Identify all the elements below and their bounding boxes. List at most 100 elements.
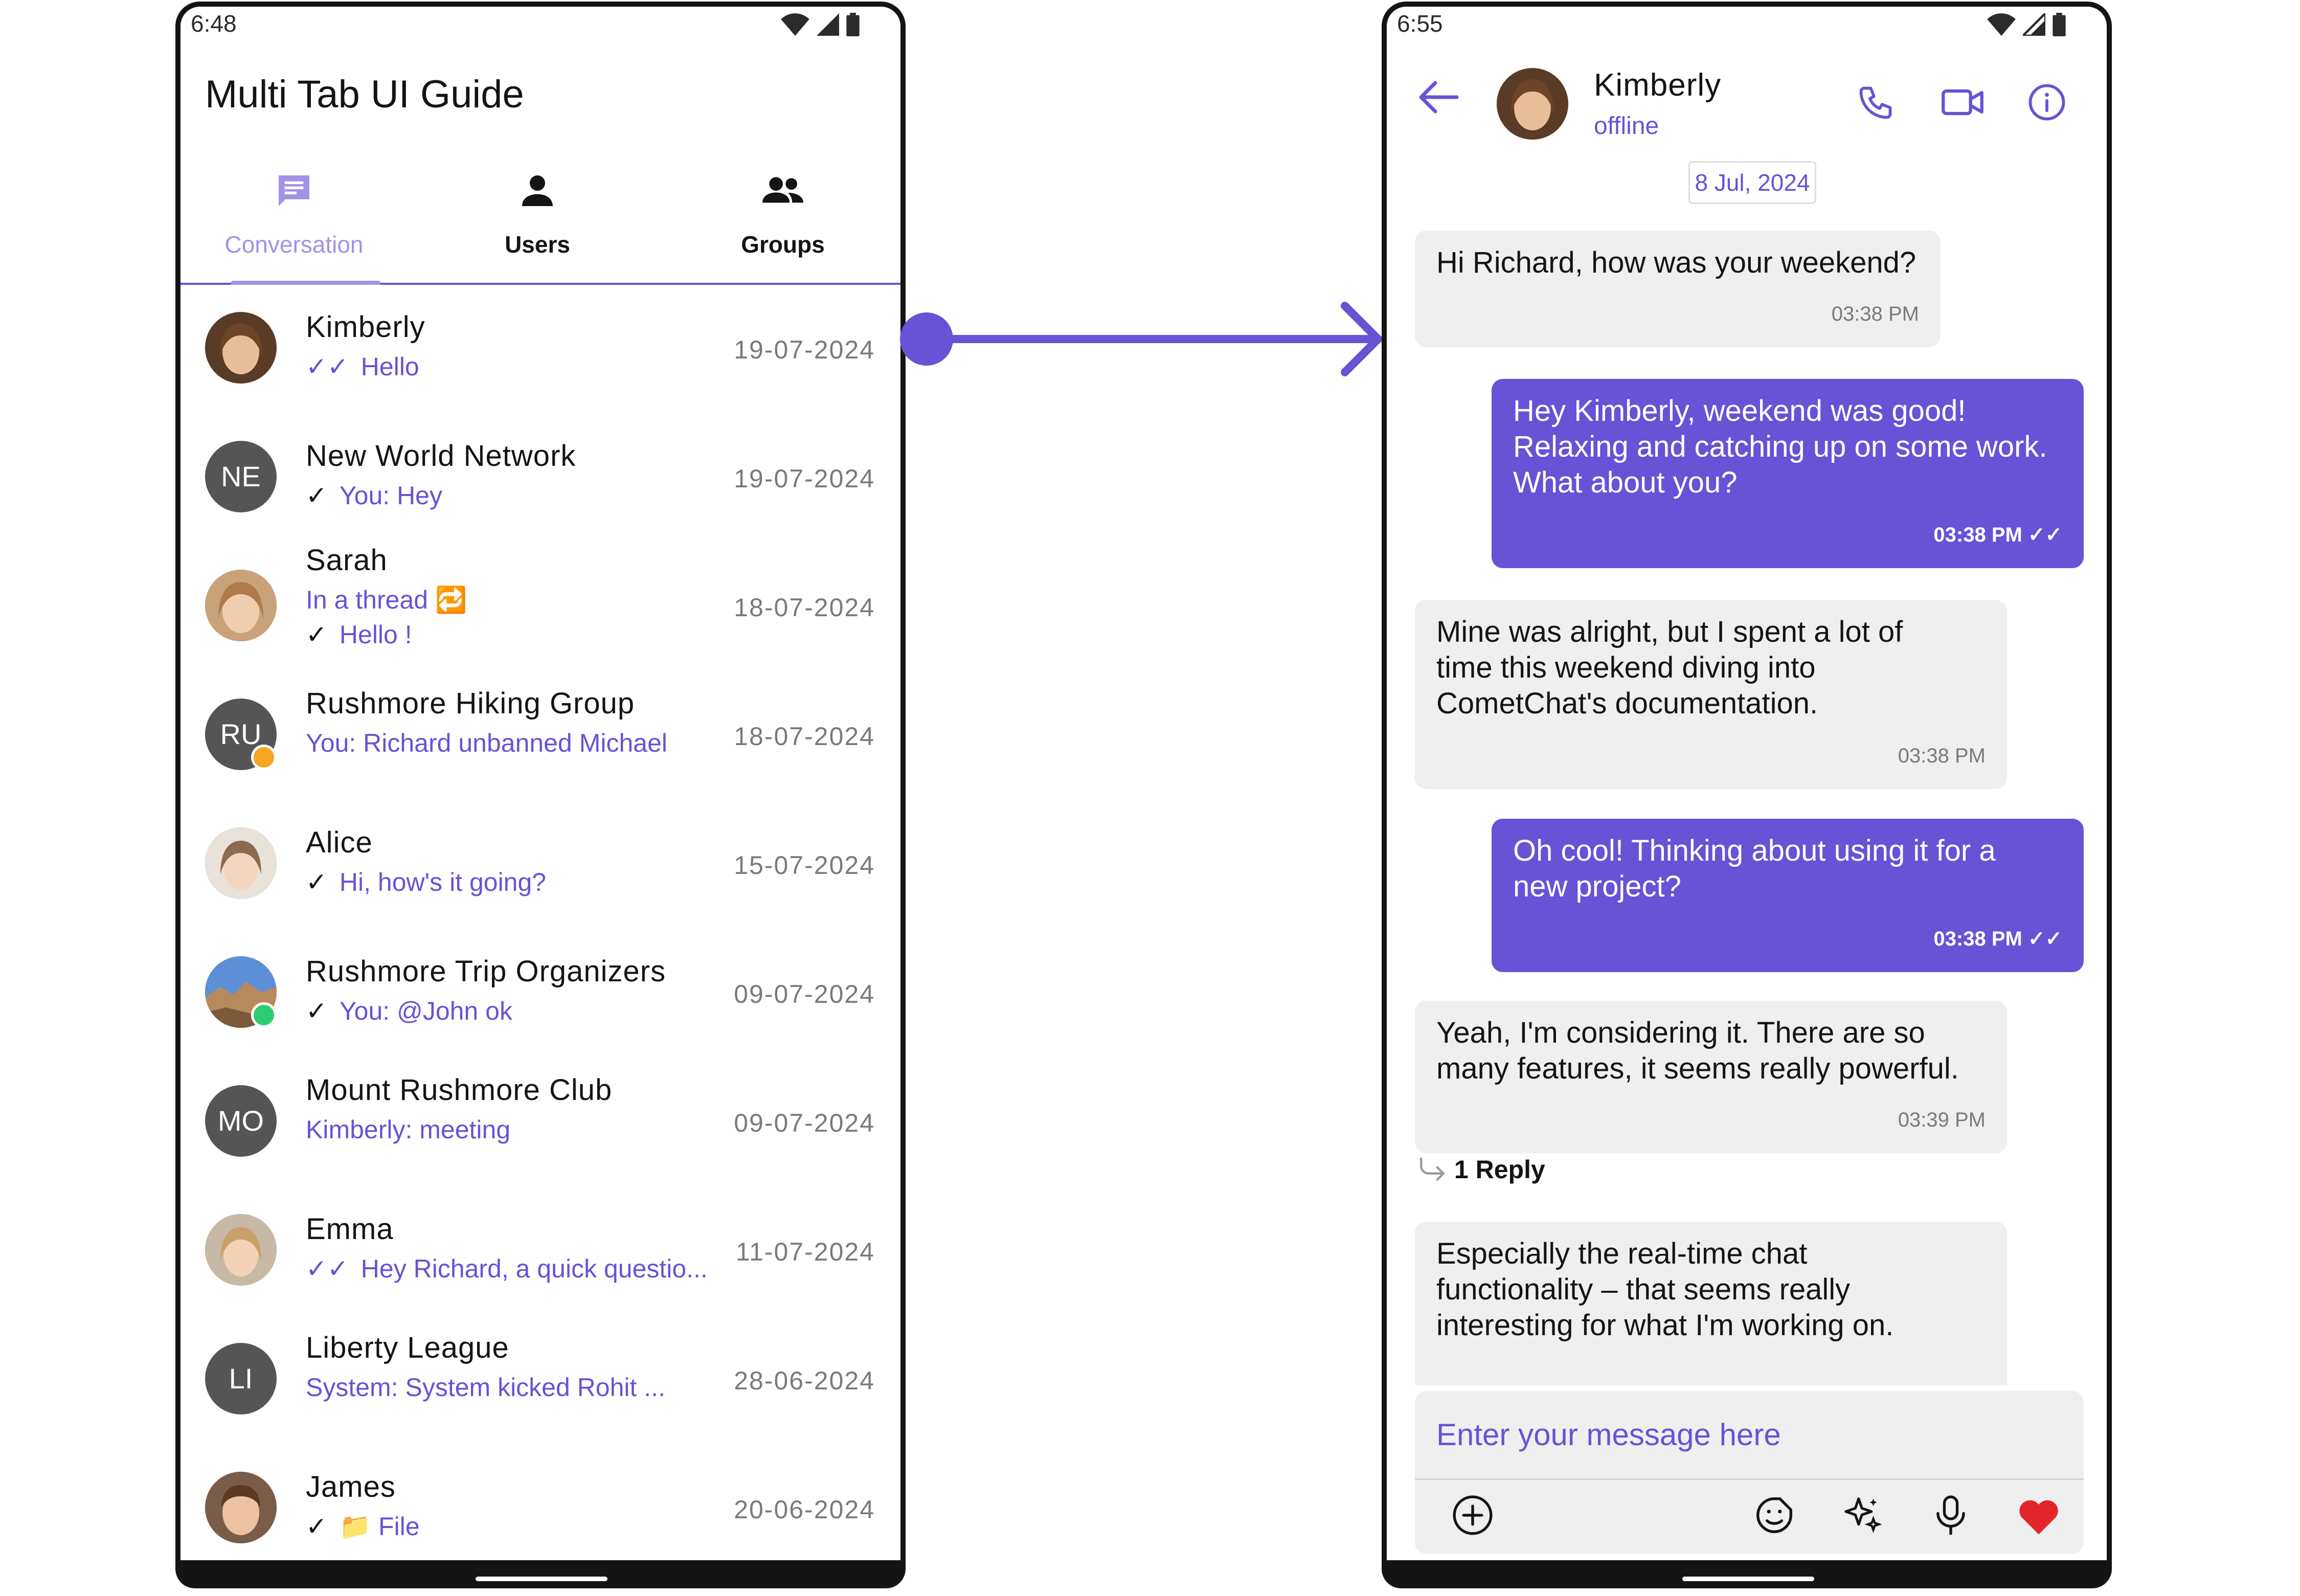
avatar-photo-icon — [1497, 68, 1568, 140]
message-bubble-incoming[interactable]: Yeah, I'm considering it. There are so m… — [1415, 1001, 2007, 1153]
avatar — [205, 570, 277, 641]
tab-users-label: Users — [505, 231, 570, 258]
heart-reaction-icon[interactable] — [2016, 1493, 2062, 1537]
conversation-preview: ✓✓ Hello — [306, 352, 419, 381]
conversation-name: Mount Rushmore Club — [306, 1073, 613, 1107]
sent-receipt-icon: ✓ — [306, 620, 327, 649]
conversation-name: Rushmore Trip Organizers — [306, 955, 666, 988]
thread-replies-link[interactable]: 1 Reply — [1417, 1155, 1545, 1184]
message-text: Hi Richard, how was your weekend? — [1436, 246, 1916, 279]
sent-receipt-icon: ✓ — [306, 481, 327, 510]
tab-groups-label: Groups — [741, 231, 825, 258]
sent-receipt-icon: ✓ — [306, 868, 327, 896]
conversation-preview: You: Richard unbanned Michael — [306, 729, 667, 757]
navigation-arrow-icon — [900, 302, 1382, 376]
voice-call-icon[interactable] — [1856, 83, 1895, 122]
battery-icon — [2053, 13, 2066, 36]
tab-users[interactable]: Users — [430, 159, 645, 283]
phone-frame-chat: 6:55 Kimberly offline 8 Jul, 2024 Hi Ric… — [1382, 2, 2112, 1588]
tab-conversation-label: Conversation — [224, 231, 364, 258]
read-receipt-icon: ✓✓ — [2027, 524, 2062, 546]
message-bubble-incoming[interactable]: Hi Richard, how was your weekend? 03:38 … — [1415, 231, 1941, 347]
reply-count: 1 Reply — [1454, 1155, 1545, 1184]
conversation-preview: ✓ Hi, how's it going? — [306, 867, 546, 897]
message-text: Hey Kimberly, weekend was good! Relaxing… — [1513, 394, 2047, 499]
message-time: 03:38 PM — [1831, 303, 1919, 325]
chat-header: Kimberly offline — [1387, 58, 2107, 160]
message-text: Mine was alright, but I spent a lot of t… — [1436, 615, 1903, 720]
avatar: NE — [205, 441, 277, 512]
read-receipt-icon: ✓✓ — [306, 1254, 349, 1283]
preview-text: Hello — [360, 352, 419, 381]
sent-receipt-icon: ✓ — [306, 1512, 327, 1541]
message-composer — [1415, 1391, 2084, 1554]
message-input[interactable] — [1415, 1391, 2084, 1480]
message-bubble-outgoing[interactable]: Hey Kimberly, weekend was good! Relaxing… — [1492, 379, 2084, 568]
person-icon — [522, 175, 553, 206]
read-receipt-icon: ✓✓ — [306, 352, 349, 381]
home-indicator[interactable] — [476, 1577, 607, 1581]
preview-text: 📁 File — [339, 1512, 420, 1541]
video-call-icon[interactable] — [1940, 84, 1985, 120]
conversation-item-sarah[interactable]: Sarah In a thread 🔁 ✓ Hello ! 18-07-2024 — [181, 543, 900, 672]
preview-text: Hi, how's it going? — [339, 868, 547, 896]
wifi-icon — [781, 13, 809, 36]
conversation-item-alice[interactable]: Alice ✓ Hi, how's it going? 15-07-2024 — [181, 801, 900, 930]
sticker-icon[interactable] — [1752, 1493, 1796, 1537]
conversation-item-new-world-network[interactable]: NE New World Network ✓ You: Hey 19-07-202… — [181, 414, 900, 543]
conversation-preview: ✓ 📁 File — [306, 1512, 420, 1542]
conversation-date: 09-07-2024 — [734, 1109, 875, 1137]
avatar — [205, 827, 277, 899]
conversation-preview: Kimberly: meeting — [306, 1115, 511, 1144]
conversation-name: New World Network — [306, 439, 576, 473]
back-arrow-icon[interactable] — [1417, 79, 1460, 115]
conversation-item-kimberly[interactable]: Kimberly ✓✓ Hello 19-07-2024 — [181, 285, 900, 414]
preview-text: You: @John ok — [339, 997, 512, 1025]
preview-text: You: Hey — [339, 481, 442, 510]
status-bar-icons — [781, 13, 860, 36]
message-time-text: 03:38 PM — [1933, 524, 2022, 546]
conversation-date: 19-07-2024 — [734, 464, 875, 493]
phone-frame-conversations: 6:48 Multi Tab UI Guide Conversation Use… — [175, 2, 906, 1588]
avatar-photo-icon — [205, 1214, 277, 1286]
conversation-preview: ✓ Hello ! — [306, 620, 412, 649]
conversation-name: James — [306, 1470, 396, 1503]
avatar-photo-icon — [205, 312, 277, 384]
message-time: 03:38 PM — [1898, 745, 1986, 767]
contact-name: Kimberly — [1594, 68, 1722, 103]
battery-icon — [846, 13, 860, 36]
reply-arrow-icon — [1420, 1157, 1445, 1181]
message-bubble-outgoing[interactable]: Oh cool! Thinking about using it for a n… — [1492, 819, 2084, 972]
conversation-item-rushmore-hiking-group[interactable]: RU Rushmore Hiking Group You: Richard un… — [181, 672, 900, 801]
add-attachment-icon[interactable] — [1451, 1493, 1495, 1537]
tab-conversation[interactable]: Conversation — [187, 159, 401, 285]
sent-receipt-icon: ✓ — [306, 997, 327, 1025]
conversation-preview: System: System kicked Rohit ... — [306, 1373, 665, 1402]
conversation-item-emma[interactable]: Emma ✓✓ Hey Richard, a quick questio... 1… — [181, 1187, 900, 1316]
conversation-item-rushmore-trip-organizers[interactable]: Rushmore Trip Organizers ✓ You: @John ok … — [181, 930, 900, 1059]
read-receipt-icon: ✓✓ — [2027, 928, 2062, 950]
message-text: Oh cool! Thinking about using it for a n… — [1513, 834, 1996, 903]
avatar-photo-icon — [205, 570, 277, 641]
contact-avatar[interactable] — [1497, 68, 1568, 140]
signal-icon — [817, 13, 839, 36]
message-bubble-incoming[interactable]: Mine was alright, but I spent a lot of t… — [1415, 600, 2007, 789]
conversation-date: 09-07-2024 — [734, 980, 875, 1008]
status-bar-time: 6:48 — [191, 10, 237, 37]
conversation-item-mount-rushmore-club[interactable]: MO Mount Rushmore Club Kimberly: meeting… — [181, 1059, 900, 1187]
home-indicator[interactable] — [1682, 1577, 1814, 1581]
info-icon[interactable] — [2027, 82, 2067, 122]
microphone-icon[interactable] — [1929, 1493, 1973, 1537]
avatar — [205, 312, 277, 384]
conversation-date: 15-07-2024 — [734, 851, 875, 880]
conversation-item-james[interactable]: James ✓ 📁 File 20-06-2024 — [181, 1445, 900, 1560]
conversation-item-liberty-league[interactable]: LI Liberty League System: System kicked … — [181, 1316, 900, 1445]
avatar — [205, 1214, 277, 1286]
date-separator: 8 Jul, 2024 — [1688, 161, 1816, 204]
conversation-preview: ✓✓ Hey Richard, a quick questio... — [306, 1254, 708, 1284]
ai-sparkle-icon[interactable] — [1840, 1493, 1884, 1537]
message-bubble-incoming[interactable]: Especially the real-time chat functional… — [1415, 1222, 2007, 1385]
preview-text: Hey Richard, a quick questio... — [360, 1254, 708, 1283]
chat-icon — [279, 175, 309, 206]
tab-groups[interactable]: Groups — [675, 159, 890, 283]
